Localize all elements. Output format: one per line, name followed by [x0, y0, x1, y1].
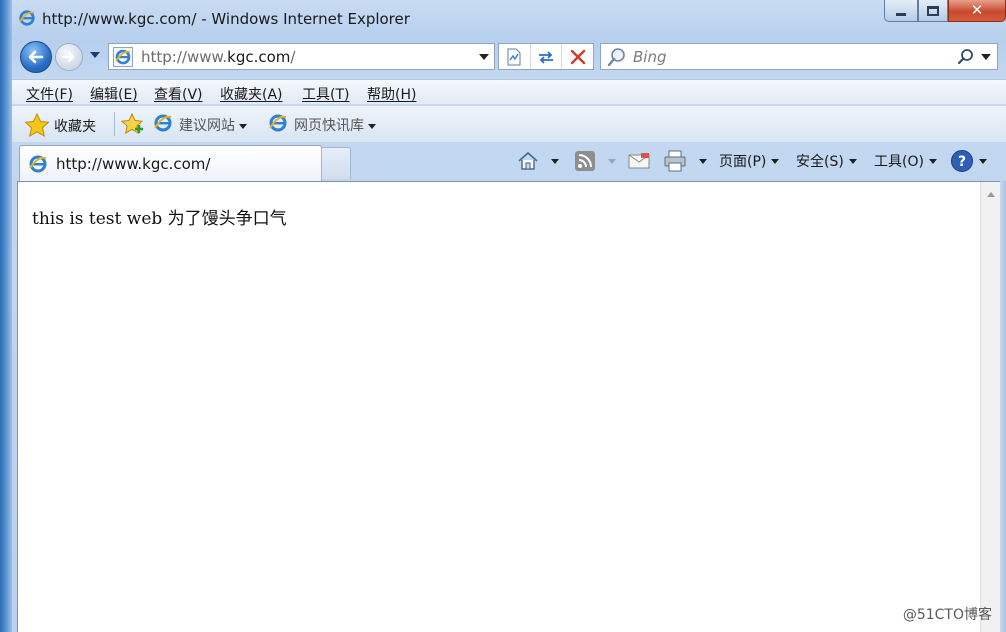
- tools-menu[interactable]: 工具(O): [874, 149, 937, 173]
- safety-menu-label: 安全(S): [796, 154, 844, 170]
- menu-favorites[interactable]: 收藏夹(A): [220, 84, 283, 104]
- url-suffix: /: [290, 48, 296, 66]
- minimize-button[interactable]: [884, 0, 918, 22]
- close-icon: ✕: [970, 1, 984, 19]
- home-icon: [518, 151, 538, 170]
- help-button[interactable]: ?: [950, 149, 987, 173]
- chevron-down-icon: [979, 158, 987, 164]
- ie-logo-icon: [269, 114, 287, 132]
- stop-icon: [570, 49, 585, 64]
- title-bar[interactable]: http://www.kgc.com/ - Windows Internet E…: [12, 0, 1006, 38]
- refresh-button[interactable]: [531, 44, 563, 69]
- watermark-text: @51CTO博客: [902, 607, 992, 623]
- search-box[interactable]: Bing: [600, 43, 998, 70]
- ie-logo-icon: [113, 47, 133, 67]
- help-icon: ?: [951, 150, 973, 172]
- web-slice-gallery-label: 网页快讯库: [294, 118, 364, 134]
- vertical-scrollbar[interactable]: [980, 182, 1000, 632]
- address-tools: [498, 43, 594, 70]
- suggested-sites-label: 建议网站: [179, 118, 235, 134]
- chevron-down-icon: [239, 123, 247, 129]
- search-placeholder: Bing: [633, 48, 667, 66]
- favorites-button-label[interactable]: 收藏夹: [54, 116, 96, 136]
- minimize-icon: [896, 13, 906, 16]
- menu-help[interactable]: 帮助(H): [367, 84, 416, 104]
- chevron-down-icon: [771, 158, 780, 164]
- svg-text:?: ?: [958, 154, 966, 170]
- suggested-sites-link[interactable]: 建议网站: [179, 115, 247, 135]
- magnifier-icon: [607, 48, 625, 67]
- safety-menu[interactable]: 安全(S): [796, 149, 857, 173]
- compatibility-view-button[interactable]: [499, 44, 531, 69]
- ie-logo-icon: [154, 114, 172, 132]
- page-menu-label: 页面(P): [719, 154, 767, 170]
- window-left-border: [0, 0, 12, 632]
- menu-bar: 文件(F) 编辑(E) 查看(V) 收藏夹(A) 工具(T) 帮助(H): [12, 79, 1006, 105]
- favorites-star-icon[interactable]: [24, 113, 50, 137]
- url-prefix: http://www.: [141, 48, 228, 66]
- chevron-down-icon[interactable]: [551, 158, 559, 164]
- window-title: http://www.kgc.com/ - Windows Internet E…: [42, 10, 410, 28]
- chevron-down-icon[interactable]: [699, 158, 707, 164]
- maximize-button[interactable]: [918, 0, 948, 22]
- print-button[interactable]: [663, 149, 707, 173]
- favorites-separator: [114, 112, 115, 136]
- address-dropdown[interactable]: [479, 54, 489, 60]
- ie-logo-icon: [29, 155, 47, 173]
- tools-menu-label: 工具(O): [874, 154, 924, 170]
- rss-feed-icon: [575, 151, 595, 171]
- new-tab-button[interactable]: [321, 147, 351, 179]
- chevron-down-icon: [368, 123, 376, 129]
- back-arrow-icon: [28, 50, 44, 64]
- window-right-border: [1000, 181, 1006, 632]
- back-button[interactable]: [20, 41, 52, 73]
- browser-window: http://www.kgc.com/ - Windows Internet E…: [0, 0, 1006, 632]
- navigation-bar: http://www.kgc.com/ Bing: [12, 38, 1006, 76]
- print-icon: [664, 150, 686, 172]
- address-bar[interactable]: http://www.kgc.com/: [108, 43, 495, 70]
- menu-tools[interactable]: 工具(T): [302, 84, 349, 104]
- caption-buttons: ✕: [884, 0, 1006, 24]
- tab-row: http://www.kgc.com/ 页面(P) 安全(S) 工具(O) ?: [12, 142, 1006, 182]
- page-content[interactable]: this is test web 为了馒头争口气 @51CTO博客: [17, 181, 1000, 632]
- recent-pages-dropdown[interactable]: [90, 52, 100, 58]
- tab-active[interactable]: http://www.kgc.com/: [19, 145, 322, 181]
- read-mail-icon: [628, 153, 650, 169]
- feeds-button[interactable]: [574, 149, 616, 173]
- home-button[interactable]: [517, 149, 559, 173]
- page-body-text: this is test web 为了馒头争口气: [32, 209, 287, 229]
- url-domain: kgc.com: [227, 48, 291, 66]
- refresh-icon: [539, 50, 553, 64]
- maximize-icon: [927, 5, 939, 16]
- tab-label: http://www.kgc.com/: [56, 155, 211, 173]
- menu-file[interactable]: 文件(F): [26, 84, 73, 104]
- add-favorites-icon[interactable]: [120, 112, 146, 136]
- chevron-down-icon: [848, 158, 857, 164]
- web-slice-gallery-link[interactable]: 网页快讯库: [294, 115, 376, 135]
- scroll-up-arrow-icon[interactable]: [987, 192, 995, 197]
- compatibility-view-icon: [507, 48, 521, 65]
- chevron-down-icon: [928, 158, 937, 164]
- search-go-icon[interactable]: [957, 48, 975, 66]
- forward-button[interactable]: [55, 43, 83, 71]
- search-provider-dropdown[interactable]: [981, 54, 991, 60]
- menu-view[interactable]: 查看(V): [154, 84, 203, 104]
- forward-arrow-icon: [61, 51, 75, 63]
- address-url[interactable]: http://www.kgc.com/: [141, 48, 295, 66]
- page-menu[interactable]: 页面(P): [719, 149, 780, 173]
- ie-logo-icon: [19, 10, 35, 26]
- chevron-down-icon[interactable]: [608, 158, 616, 164]
- menu-edit[interactable]: 编辑(E): [90, 84, 138, 104]
- stop-button[interactable]: [562, 44, 593, 69]
- read-mail-button[interactable]: [628, 149, 650, 173]
- favorites-bar: 收藏夹 建议网站 网页快讯库: [12, 106, 1006, 142]
- close-button[interactable]: ✕: [948, 0, 1006, 22]
